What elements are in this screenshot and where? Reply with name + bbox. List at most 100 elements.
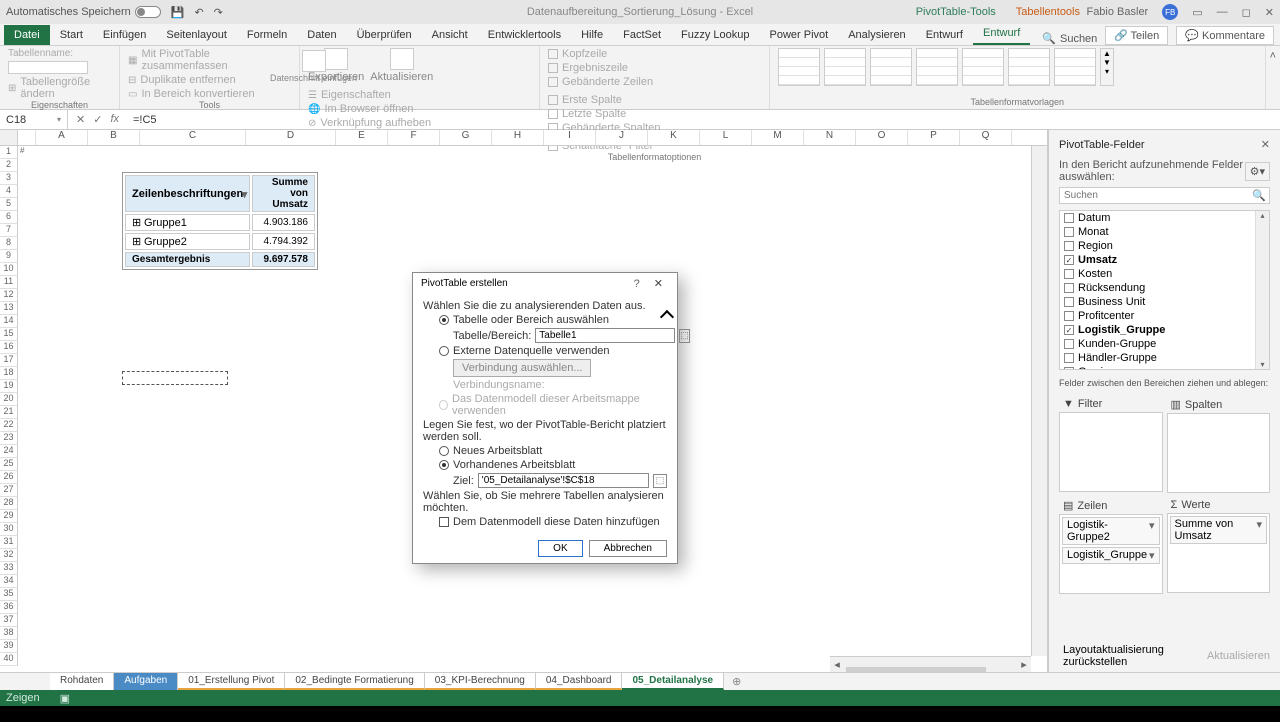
horizontal-scrollbar[interactable]: ◂ ▸ xyxy=(830,656,1031,672)
col-d[interactable]: D xyxy=(246,130,336,145)
col-c[interactable]: C xyxy=(140,130,246,145)
style-swatch[interactable] xyxy=(962,48,1004,86)
row-header[interactable]: 26 xyxy=(0,471,18,484)
col-narrow[interactable] xyxy=(18,130,36,145)
resize-table[interactable]: ⊞ Tabellengröße ändern xyxy=(8,76,111,100)
target-input[interactable] xyxy=(478,473,649,488)
tab-powerpivot[interactable]: Power Pivot xyxy=(760,25,839,45)
zone-values[interactable]: ΣWerte Summe von Umsatz▾ xyxy=(1165,495,1273,596)
chevron-down-icon[interactable]: ▾ xyxy=(1149,519,1155,543)
field-item[interactable]: Gewinn xyxy=(1060,365,1269,370)
style-swatch[interactable] xyxy=(1054,48,1096,86)
help-icon[interactable]: ? xyxy=(626,278,648,290)
row-header[interactable]: 40 xyxy=(0,653,18,666)
row-header[interactable]: 11 xyxy=(0,276,18,289)
unlink-cmd[interactable]: ⊘ Verknüpfung aufheben xyxy=(308,117,431,129)
tab-design-pivot[interactable]: Entwurf xyxy=(916,25,973,45)
col-p[interactable]: P xyxy=(908,130,960,145)
name-box[interactable]: C18 xyxy=(0,110,68,129)
browser-cmd[interactable]: 🌐 Im Browser öffnen xyxy=(308,103,431,115)
cancel-formula-icon[interactable]: ✕ xyxy=(76,113,85,126)
row-header[interactable]: 25 xyxy=(0,458,18,471)
field-item[interactable]: Umsatz xyxy=(1060,253,1269,267)
expand-icon[interactable]: ⊞ xyxy=(132,217,141,229)
col-b[interactable]: B xyxy=(88,130,140,145)
tab-help[interactable]: Hilfe xyxy=(571,25,613,45)
comments-button[interactable]: 💬 Kommentare xyxy=(1176,26,1274,45)
row-header[interactable]: 6 xyxy=(0,211,18,224)
summarize-pivot[interactable]: ▦ Mit PivotTable zusammenfassen xyxy=(128,48,291,72)
row-header[interactable]: 27 xyxy=(0,484,18,497)
col-m[interactable]: M xyxy=(752,130,804,145)
row-header[interactable]: 12 xyxy=(0,289,18,302)
col-g[interactable]: G xyxy=(440,130,492,145)
expand-icon[interactable]: ⊞ xyxy=(132,236,141,248)
vertical-scrollbar[interactable] xyxy=(1031,146,1047,656)
sheet-tab[interactable]: Rohdaten xyxy=(50,673,114,690)
row-headers[interactable]: 1234567891011121314151617181920212223242… xyxy=(0,146,18,666)
style-swatch[interactable] xyxy=(824,48,866,86)
tab-factset[interactable]: FactSet xyxy=(613,25,671,45)
search[interactable]: 🔍Suchen xyxy=(1042,32,1097,45)
field-search[interactable]: 🔍 xyxy=(1059,187,1270,204)
fieldlist-close-icon[interactable]: ✕ xyxy=(1261,138,1270,151)
row-header[interactable]: 3 xyxy=(0,172,18,185)
select-all[interactable] xyxy=(0,130,18,145)
field-item[interactable]: Region xyxy=(1060,239,1269,253)
checkbox[interactable] xyxy=(1064,213,1074,223)
chevron-down-icon[interactable]: ▾ xyxy=(1256,518,1262,542)
remove-dupes[interactable]: ⊟ Duplikate entfernen xyxy=(128,74,236,86)
row-header[interactable]: 19 xyxy=(0,380,18,393)
row-header[interactable]: 24 xyxy=(0,445,18,458)
row-header[interactable]: 20 xyxy=(0,393,18,406)
tablename-input[interactable] xyxy=(8,61,88,74)
zone-columns[interactable]: ▥Spalten xyxy=(1165,394,1273,495)
radio-newsheet[interactable]: Neues Arbeitsblatt xyxy=(423,445,667,457)
row-header[interactable]: 29 xyxy=(0,510,18,523)
fieldlist-scrollbar[interactable]: ▴▾ xyxy=(1255,211,1269,369)
checkbox[interactable] xyxy=(1064,255,1074,265)
undo-icon[interactable]: ↶ xyxy=(194,6,203,19)
zone-filter[interactable]: ▼Filter xyxy=(1057,394,1165,495)
field-search-input[interactable] xyxy=(1059,187,1270,204)
col-a[interactable]: A xyxy=(36,130,88,145)
radio-table-range[interactable]: Tabelle oder Bereich auswählen xyxy=(423,314,667,326)
props-cmd[interactable]: ☰ Eigenschaften xyxy=(308,89,431,101)
col-n[interactable]: N xyxy=(804,130,856,145)
col-o[interactable]: O xyxy=(856,130,908,145)
sheet-tab[interactable]: 04_Dashboard xyxy=(536,673,623,690)
tab-start[interactable]: Start xyxy=(50,25,93,45)
dropdown-icon[interactable]: ▾ xyxy=(242,188,248,201)
field-item[interactable]: Datum xyxy=(1060,211,1269,225)
opt-first[interactable]: Erste Spalte xyxy=(548,94,660,106)
tab-data[interactable]: Daten xyxy=(297,25,346,45)
field-item[interactable]: Logistik_Gruppe xyxy=(1060,323,1269,337)
checkbox[interactable] xyxy=(1064,269,1074,279)
row-header[interactable]: 31 xyxy=(0,536,18,549)
range-input[interactable] xyxy=(535,328,675,343)
toggle-icon[interactable] xyxy=(135,6,161,18)
tab-file[interactable]: Datei xyxy=(4,25,50,45)
field-item[interactable]: Business Unit xyxy=(1060,295,1269,309)
row-header[interactable]: 21 xyxy=(0,406,18,419)
chevron-down-icon[interactable]: ▾ xyxy=(1149,549,1155,562)
field-item[interactable]: Monat xyxy=(1060,225,1269,239)
target-picker-icon[interactable]: ⬚ xyxy=(653,474,667,488)
row-header[interactable]: 37 xyxy=(0,614,18,627)
sheet-tab[interactable]: Aufgaben xyxy=(114,673,178,690)
checkbox[interactable] xyxy=(1064,241,1074,251)
radio-external[interactable]: Externe Datenquelle verwenden xyxy=(423,345,667,357)
row-header[interactable]: 30 xyxy=(0,523,18,536)
autosave-toggle[interactable]: Automatisches Speichern xyxy=(6,6,161,18)
row-header[interactable]: 14 xyxy=(0,315,18,328)
share-button[interactable]: 🔗 Teilen xyxy=(1105,26,1168,45)
style-swatch[interactable] xyxy=(1008,48,1050,86)
cancel-button[interactable]: Abbrechen xyxy=(589,540,667,557)
tab-formulas[interactable]: Formeln xyxy=(237,25,297,45)
row-header[interactable]: 17 xyxy=(0,354,18,367)
table-styles-gallery[interactable]: ▲▼▾ xyxy=(778,48,1257,86)
checkbox[interactable] xyxy=(1064,283,1074,293)
opt-banded[interactable]: Gebänderte Zeilen xyxy=(548,76,653,88)
checkbox[interactable] xyxy=(1064,353,1074,363)
col-k[interactable]: K xyxy=(648,130,700,145)
